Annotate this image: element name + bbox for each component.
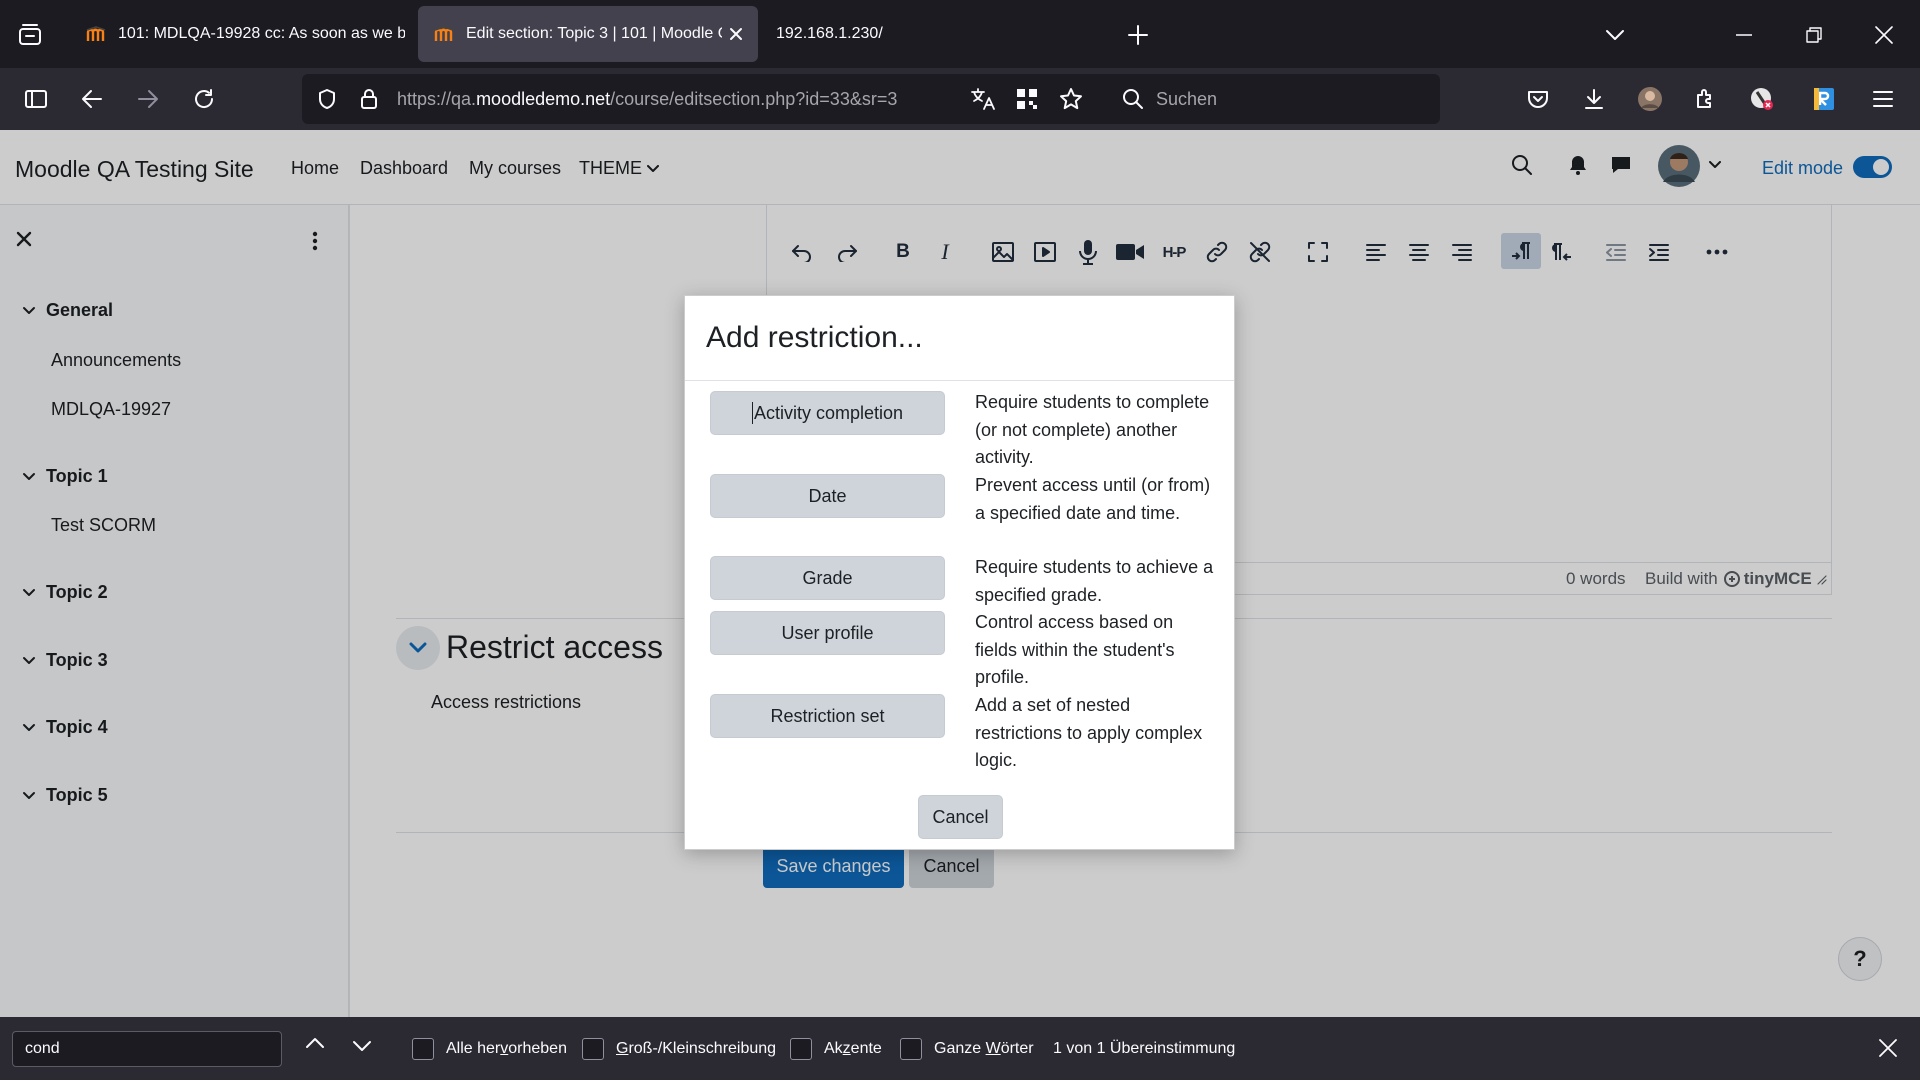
find-previous-icon[interactable] (305, 1037, 325, 1049)
pocket-icon[interactable] (1522, 83, 1554, 115)
extensions-icon[interactable] (1690, 83, 1722, 115)
close-find-bar-icon[interactable] (1879, 1039, 1897, 1057)
find-input[interactable] (12, 1031, 282, 1067)
checkbox[interactable] (412, 1038, 434, 1060)
grade-button[interactable]: Grade (710, 556, 945, 600)
whole-words-checkbox[interactable]: Ganze Wörter (900, 1038, 1034, 1060)
lock-icon[interactable] (354, 84, 384, 114)
restore-window-icon[interactable] (1798, 19, 1830, 51)
find-next-icon[interactable] (352, 1040, 372, 1052)
find-bar: Alle hervorheben Groß-/Kleinschreibung A… (0, 1017, 1920, 1080)
modal-cancel-button[interactable]: Cancel (918, 795, 1003, 839)
reload-icon[interactable] (188, 83, 220, 115)
downloads-icon[interactable] (1578, 83, 1610, 115)
menu-icon[interactable] (1867, 83, 1899, 115)
url-text[interactable]: https://qa.moodledemo.net/course/editsec… (397, 89, 897, 110)
highlight-all-checkbox[interactable]: Alle hervorheben (412, 1038, 567, 1060)
moodle-favicon (434, 26, 454, 41)
back-icon[interactable] (76, 83, 108, 115)
search-icon (1120, 86, 1146, 112)
modal-title: Add restriction... (706, 321, 923, 354)
translate-icon[interactable] (968, 84, 998, 114)
browser-tab-2-active[interactable]: Edit section: Topic 3 | 101 | Moodle QA (418, 6, 758, 62)
browser-search-field[interactable]: Suchen (1110, 74, 1440, 124)
grade-description: Require students to achieve a specified … (975, 557, 1214, 605)
browser-nav-bar: https://qa.moodledemo.net/course/editsec… (0, 68, 1920, 130)
tab-overflow-chevron-icon[interactable] (1599, 19, 1631, 51)
forward-icon[interactable] (132, 83, 164, 115)
minimize-icon[interactable] (1728, 19, 1760, 51)
add-restriction-modal: Add restriction... Activity completion R… (684, 295, 1235, 850)
match-diacritics-checkbox[interactable]: Akzente (790, 1038, 882, 1060)
tab-title: 192.168.1.230/ (776, 25, 883, 42)
shield-icon[interactable] (312, 84, 342, 114)
checkbox[interactable] (790, 1038, 812, 1060)
text-caret (751, 402, 753, 424)
option-label: Ganze Wörter (934, 1040, 1034, 1057)
activity-completion-button[interactable]: Activity completion (710, 391, 945, 435)
search-placeholder: Suchen (1156, 89, 1218, 109)
match-case-checkbox[interactable]: Groß-/Kleinschreibung (582, 1038, 776, 1060)
checkbox[interactable] (900, 1038, 922, 1060)
checkbox[interactable] (582, 1038, 604, 1060)
user-profile-button[interactable]: User profile (710, 611, 945, 655)
modal-divider (685, 380, 1234, 381)
extension-r-icon[interactable] (1808, 83, 1840, 115)
option-label: Activity completion (753, 402, 904, 423)
browser-tab-bar: 101: MDLQA-19928 cc: As soon as we beg E… (0, 0, 1920, 68)
tab-title: 101: MDLQA-19928 cc: As soon as we beg (118, 25, 405, 42)
browser-tab-1[interactable]: 101: MDLQA-19928 cc: As soon as we beg (70, 6, 405, 62)
extension-blocker-icon[interactable] (1746, 83, 1778, 115)
option-label: Groß-/Kleinschreibung (616, 1040, 777, 1057)
sidebar-toggle-icon[interactable] (20, 83, 52, 115)
close-window-icon[interactable] (1868, 19, 1900, 51)
restriction-set-description: Add a set of nested restrictions to appl… (975, 695, 1203, 770)
new-tab-icon[interactable] (1122, 19, 1154, 51)
close-tab-icon[interactable] (722, 20, 750, 48)
restriction-set-button[interactable]: Restriction set (710, 694, 945, 738)
bookmark-star-icon[interactable] (1056, 84, 1086, 114)
date-button[interactable]: Date (710, 474, 945, 518)
user-profile-description: Control access based on fields within th… (975, 612, 1175, 687)
tab-list-icon[interactable] (14, 19, 46, 51)
option-label: Alle hervorheben (446, 1040, 567, 1057)
moodle-favicon (86, 26, 106, 41)
date-description: Prevent access until (or from) a specifi… (975, 475, 1211, 523)
browser-tab-3[interactable]: 192.168.1.230/ (762, 6, 1062, 62)
tab-title: Edit section: Topic 3 | 101 | Moodle QA (466, 25, 722, 42)
qr-code-icon[interactable] (1012, 84, 1042, 114)
option-label: Akzente (824, 1040, 882, 1057)
account-avatar-icon[interactable] (1634, 83, 1666, 115)
find-match-status: 1 von 1 Übereinstimmung (1053, 1040, 1236, 1057)
activity-completion-description: Require students to complete (or not com… (975, 392, 1210, 467)
